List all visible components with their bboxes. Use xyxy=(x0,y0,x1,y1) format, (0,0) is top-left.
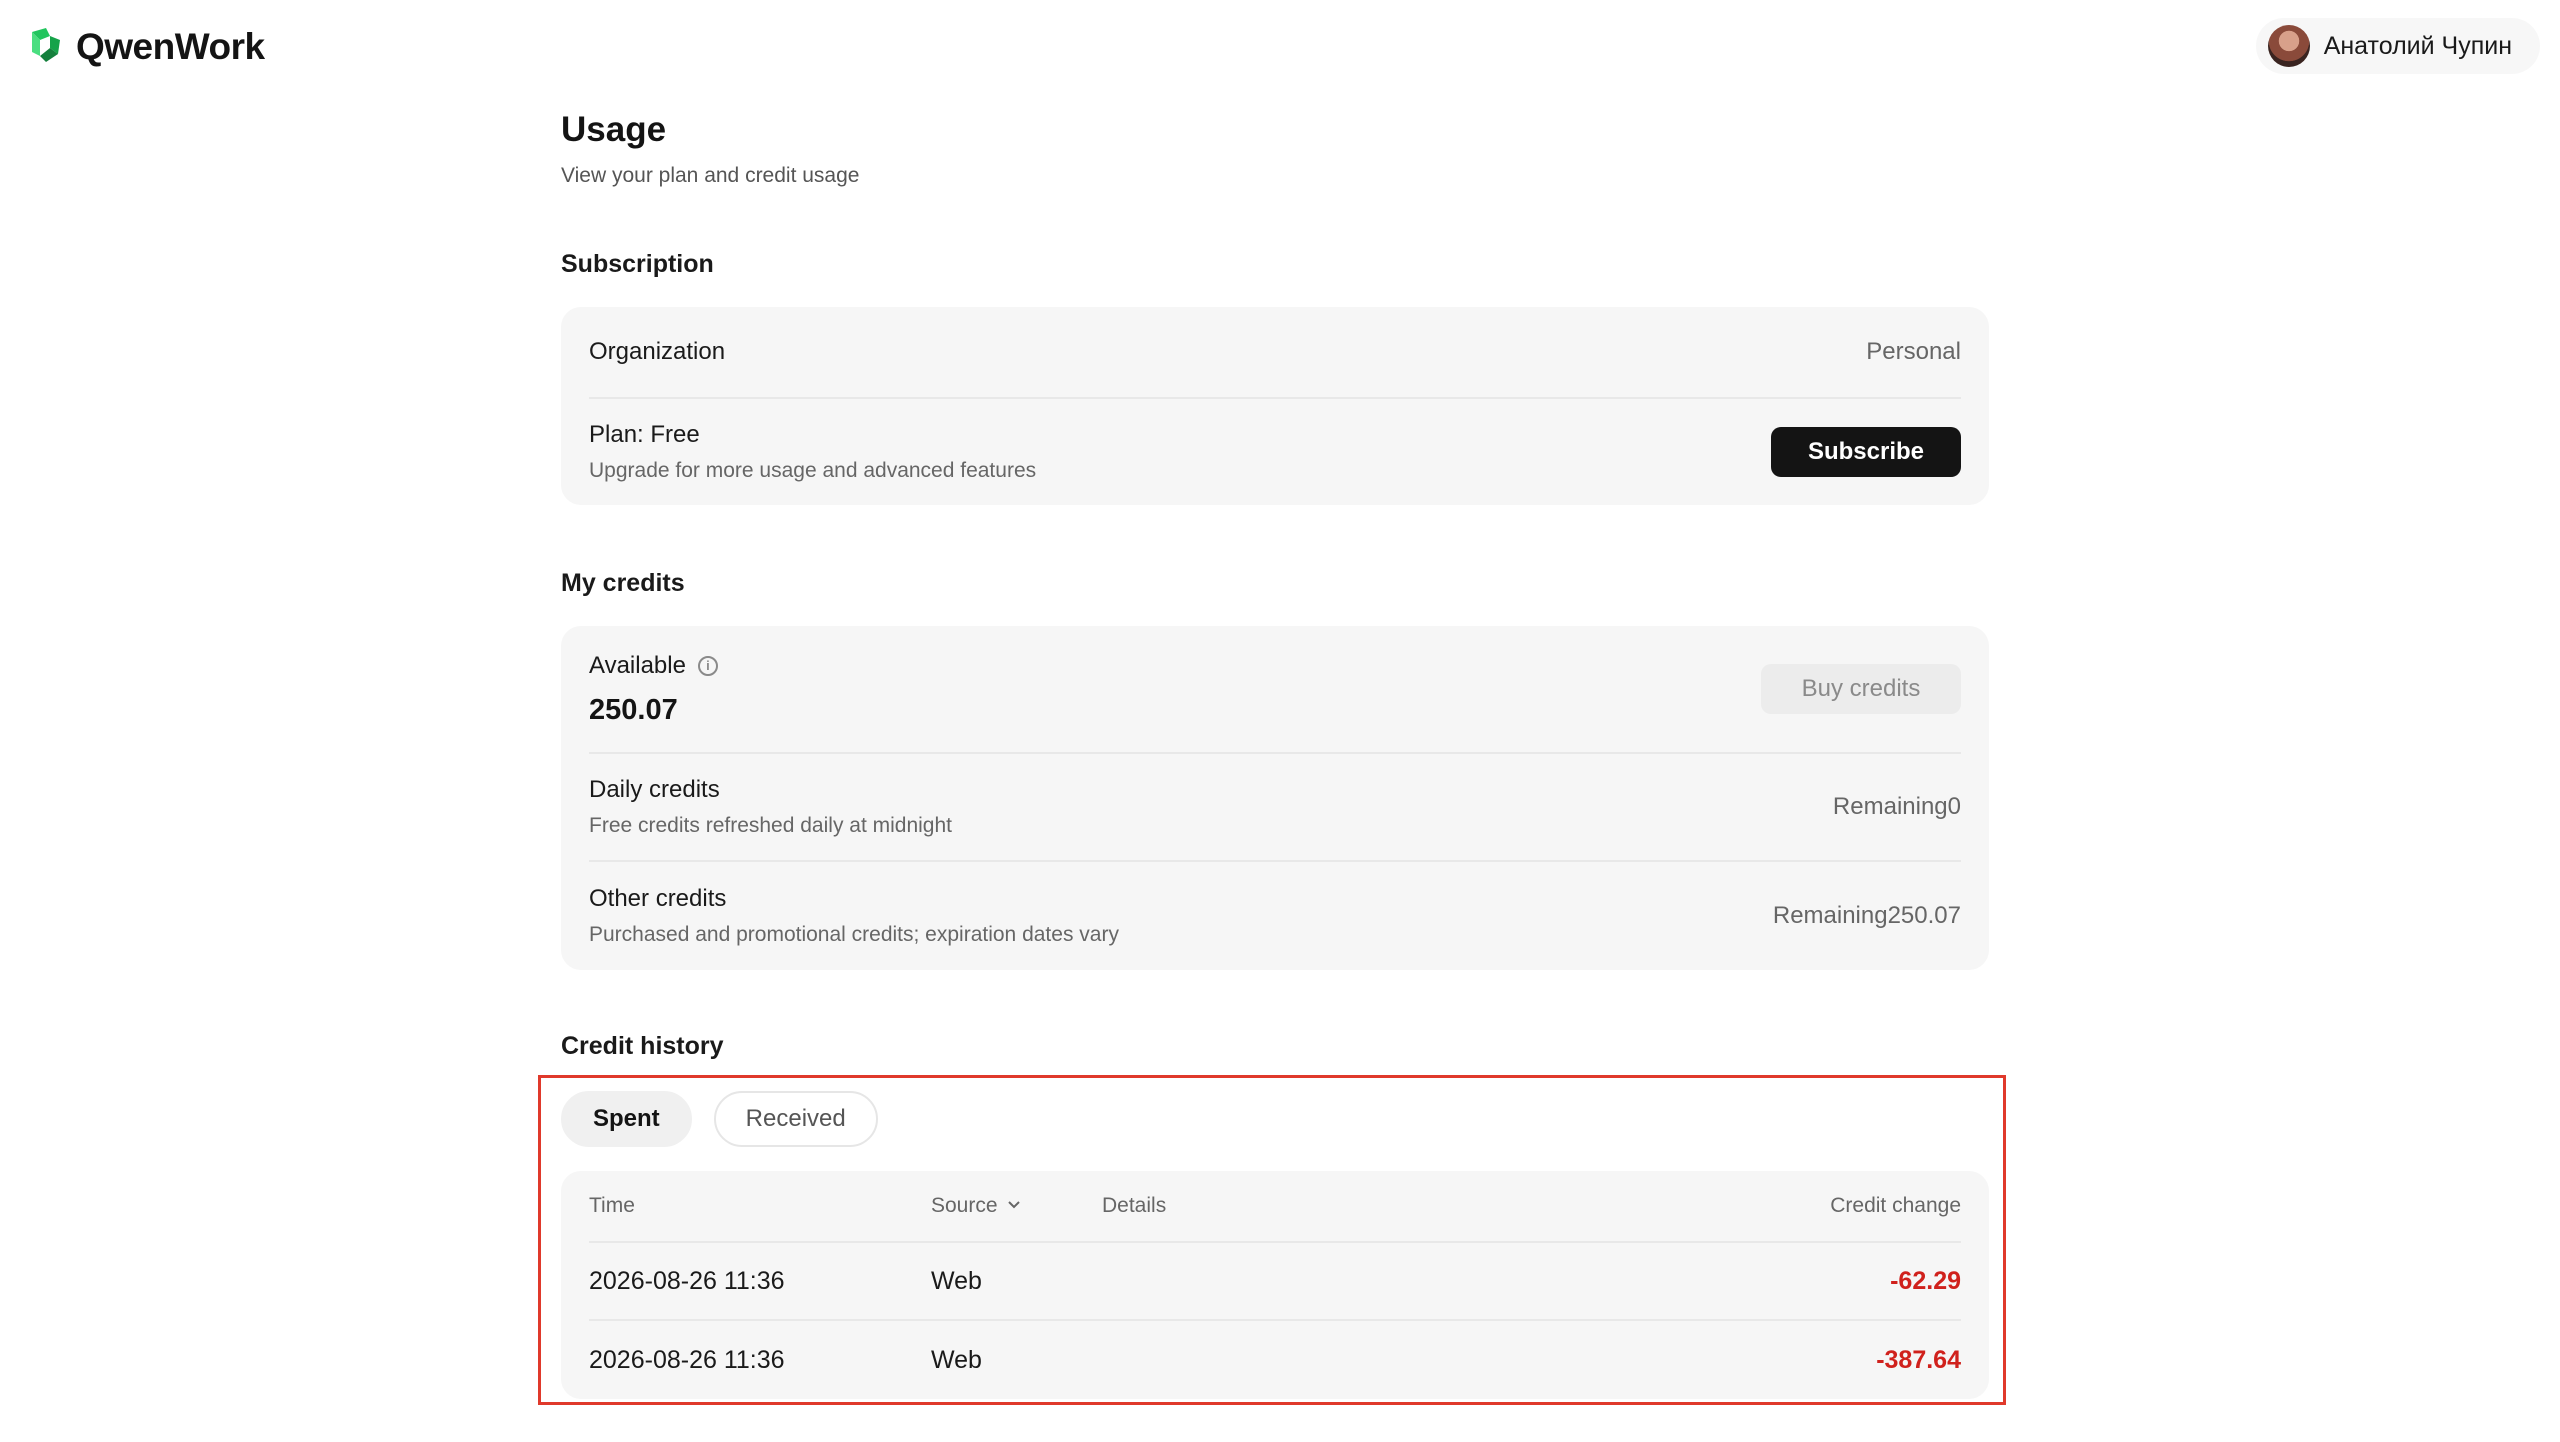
credits-card: Available i 250.07 Buy credits Daily cre… xyxy=(561,626,1989,970)
other-credits-remaining: Remaining250.07 xyxy=(1772,902,1961,929)
plan-subtext: Upgrade for more usage and advanced feat… xyxy=(589,459,1037,482)
available-label: Available xyxy=(589,651,686,679)
subscribe-button[interactable]: Subscribe xyxy=(1771,427,1961,477)
other-credits-subtext: Purchased and promotional credits; expir… xyxy=(589,923,1119,946)
other-credits-row: Other credits Purchased and promotional … xyxy=(589,862,1961,970)
other-credits-label: Other credits xyxy=(589,885,727,912)
qwenwork-logo-icon xyxy=(28,26,64,69)
daily-credits-remaining: Remaining0 xyxy=(1832,793,1961,820)
organization-label: Organization xyxy=(589,338,726,365)
daily-credits-label: Daily credits xyxy=(589,776,720,803)
avatar xyxy=(2267,25,2310,67)
credit-history-highlight xyxy=(538,1075,2006,1405)
app-logo[interactable]: QwenWork xyxy=(28,26,265,68)
subscription-section-title: Subscription xyxy=(561,250,714,278)
daily-credits-row: Daily credits Free credits refreshed dai… xyxy=(589,754,1961,862)
page-subtitle: View your plan and credit usage xyxy=(561,164,860,187)
page-title: Usage xyxy=(561,110,667,149)
credit-history-section-title: Credit history xyxy=(561,1032,724,1060)
app-name: QwenWork xyxy=(76,26,265,67)
credits-section-title: My credits xyxy=(561,569,685,597)
plan-row: Plan: Free Upgrade for more usage and ad… xyxy=(589,399,1961,505)
organization-row: Organization Personal xyxy=(589,307,1961,399)
user-name: Анатолий Чупин xyxy=(2323,31,2512,60)
top-bar: QwenWork Анатолий Чупин xyxy=(0,0,2560,92)
available-value: 250.07 xyxy=(589,693,678,726)
daily-credits-subtext: Free credits refreshed daily at midnight xyxy=(589,814,952,837)
available-row: Available i 250.07 Buy credits xyxy=(589,626,1961,754)
buy-credits-button[interactable]: Buy credits xyxy=(1761,664,1961,714)
info-icon[interactable]: i xyxy=(697,655,718,676)
plan-label: Plan: Free xyxy=(589,421,700,448)
user-menu[interactable]: Анатолий Чупин xyxy=(2255,18,2540,74)
organization-value: Personal xyxy=(1866,338,1961,365)
subscription-card: Organization Personal Plan: Free Upgrade… xyxy=(561,307,1989,505)
